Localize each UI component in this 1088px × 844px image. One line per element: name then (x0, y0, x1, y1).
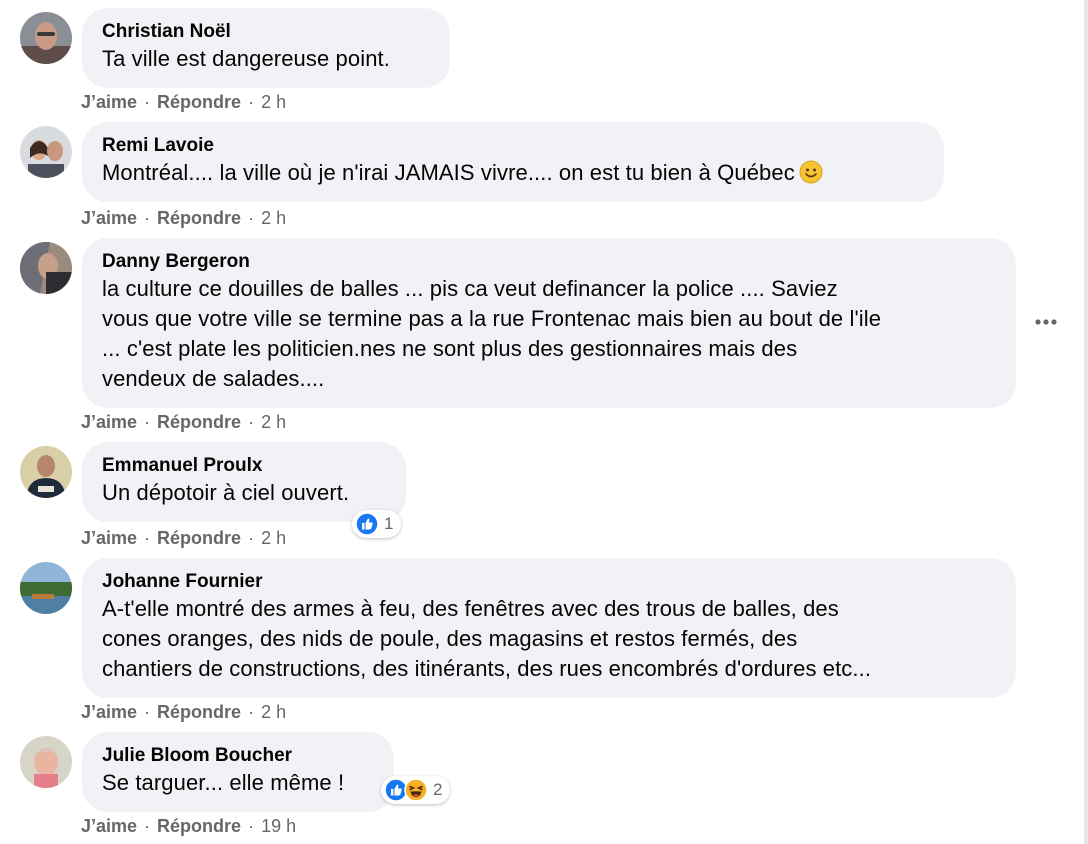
comment-author[interactable]: Danny Bergeron (102, 250, 996, 274)
separator-dot: · (248, 702, 255, 722)
comment-actions: J’aime · Répondre · 2 h (81, 701, 286, 723)
avatar[interactable] (20, 446, 72, 498)
separator-dot: · (248, 92, 255, 112)
comment-text-line: vous que votre ville se termine pas a la… (102, 306, 882, 331)
comment-actions: J’aime · Répondre · 2 h (81, 207, 286, 229)
comment-timestamp[interactable]: 2 h (261, 92, 286, 112)
comment-timestamp[interactable]: 2 h (261, 528, 286, 548)
comment-bubble: Emmanuel Proulx Un dépotoir à ciel ouver… (82, 442, 406, 522)
comment-actions: J’aime · Répondre · 2 h (81, 527, 286, 549)
reaction-summary[interactable]: 2 (381, 776, 451, 804)
avatar[interactable] (20, 736, 72, 788)
comment-bubble: Johanne Fournier A-t'elle montré des arm… (82, 558, 1016, 698)
reply-button[interactable]: Répondre (157, 208, 241, 228)
comment-author[interactable]: Julie Bloom Boucher (102, 744, 374, 768)
comment-timestamp[interactable]: 19 h (261, 816, 296, 836)
separator-dot: · (144, 528, 151, 548)
avatar[interactable] (20, 12, 72, 64)
comment-actions: J’aime · Répondre · 2 h (81, 91, 286, 113)
reply-button[interactable]: Répondre (157, 702, 241, 722)
comment-author[interactable]: Emmanuel Proulx (102, 454, 386, 478)
reply-button[interactable]: Répondre (157, 816, 241, 836)
like-button[interactable]: J’aime (81, 702, 137, 722)
comment-text-line: A-t'elle montré des armes à feu, des fen… (102, 596, 839, 621)
comment-text-line: Ta ville est dangereuse point. (102, 46, 390, 71)
comment-bubble: Remi Lavoie Montréal.... la ville où je … (82, 122, 944, 202)
comment-text-line: Un dépotoir à ciel ouvert. (102, 480, 350, 505)
comment-text: Se targuer... elle même ! (102, 768, 374, 798)
separator-dot: · (144, 816, 151, 836)
reaction-summary[interactable]: 1 (352, 510, 402, 538)
comment-text-line: Montréal.... la ville où je n'irai JAMAI… (102, 160, 795, 185)
separator-dot: · (144, 412, 151, 432)
comment-timestamp[interactable]: 2 h (261, 412, 286, 432)
avatar[interactable] (20, 242, 72, 294)
separator-dot: · (144, 208, 151, 228)
comment-text-line: ... c'est plate les politicien.nes ne so… (102, 336, 798, 361)
separator-dot: · (248, 208, 255, 228)
like-button[interactable]: J’aime (81, 412, 137, 432)
comment-timestamp[interactable]: 2 h (261, 208, 286, 228)
reaction-count: 2 (433, 780, 443, 799)
avatar[interactable] (20, 562, 72, 614)
comment-text: la culture ce douilles de balles ... pis… (102, 274, 996, 394)
right-edge-divider (1084, 0, 1088, 844)
haha-reaction-icon (404, 778, 428, 802)
comment-bubble: Danny Bergeron la culture ce douilles de… (82, 238, 1016, 408)
reply-button[interactable]: Répondre (157, 92, 241, 112)
separator-dot: · (144, 702, 151, 722)
slightly-smiling-face-icon (799, 160, 823, 192)
separator-dot: · (248, 412, 255, 432)
comment-text-line: Se targuer... elle même ! (102, 770, 345, 795)
like-button[interactable]: J’aime (81, 816, 137, 836)
comment-actions: J’aime · Répondre · 2 h (81, 411, 286, 433)
separator-dot: · (144, 92, 151, 112)
comment-text: Ta ville est dangereuse point. (102, 44, 430, 74)
separator-dot: · (248, 816, 255, 836)
reply-button[interactable]: Répondre (157, 412, 241, 432)
comment-text: Un dépotoir à ciel ouvert. (102, 478, 386, 508)
comment-bubble: Julie Bloom Boucher Se targuer... elle m… (82, 732, 394, 812)
like-button[interactable]: J’aime (81, 528, 137, 548)
reply-button[interactable]: Répondre (157, 528, 241, 548)
comment-author[interactable]: Christian Noël (102, 20, 430, 44)
comment-text-line: la culture ce douilles de balles ... pis… (102, 276, 838, 301)
separator-dot: · (248, 528, 255, 548)
comment-actions: J’aime · Répondre · 19 h (81, 815, 296, 837)
comment-timestamp[interactable]: 2 h (261, 702, 286, 722)
like-button[interactable]: J’aime (81, 208, 137, 228)
comment-text-line: vendeux de salades.... (102, 366, 325, 391)
avatar[interactable] (20, 126, 72, 178)
comment-text: A-t'elle montré des armes à feu, des fen… (102, 594, 996, 684)
comment-author[interactable]: Johanne Fournier (102, 570, 996, 594)
comment-author[interactable]: Remi Lavoie (102, 134, 924, 158)
like-reaction-icon (355, 512, 379, 536)
comment-bubble: Christian Noël Ta ville est dangereuse p… (82, 8, 450, 88)
comment-text-line: chantiers de constructions, des itinéran… (102, 656, 872, 681)
like-button[interactable]: J’aime (81, 92, 137, 112)
reaction-count: 1 (384, 514, 394, 533)
more-horizontal-icon[interactable] (1030, 310, 1062, 334)
comment-text: Montréal.... la ville où je n'irai JAMAI… (102, 158, 924, 192)
comment-text-line: cones oranges, des nids de poule, des ma… (102, 626, 798, 651)
